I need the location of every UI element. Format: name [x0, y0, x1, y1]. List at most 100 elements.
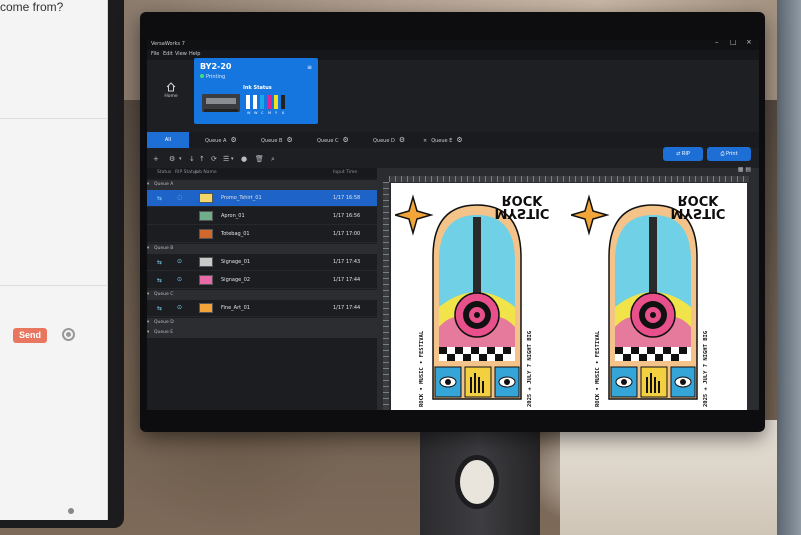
hamburger-menu-icon[interactable]: ≡: [307, 64, 312, 71]
table-row[interactable]: ⇆ ⊙ Signage_02 1/17 17:44: [147, 272, 377, 289]
home-icon: [166, 82, 176, 92]
rotate-icon[interactable]: ⟳: [211, 155, 217, 163]
queue-group-header[interactable]: Queue D ▾: [147, 318, 377, 328]
record-icon[interactable]: ●: [241, 155, 247, 163]
ink-bar: [246, 95, 250, 109]
printer-name: BY2-20: [200, 62, 232, 71]
table-row[interactable]: ⇆ ⊙ Signage_01 1/17 17:43: [147, 254, 377, 271]
title-bar: VersaWorks 7 – □ ×: [147, 40, 759, 50]
chevron-down-icon[interactable]: ▾: [179, 156, 182, 162]
ink-bar: [281, 95, 285, 109]
col-status[interactable]: Status: [157, 170, 171, 175]
artwork-title: MYSTIC ROCK: [655, 192, 741, 220]
job-name: Signage_02: [221, 277, 251, 283]
laptop-screen: come from? Send: [0, 0, 108, 520]
gear-icon[interactable]: ⚙: [399, 136, 405, 144]
rip-status-icon: ◌: [177, 194, 183, 201]
gear-icon[interactable]: ⚙: [456, 136, 462, 144]
table-row[interactable]: Apron_01 1/17 16:56: [147, 208, 377, 225]
artwork-2[interactable]: MYSTIC ROCK ROCK • MUSIC • FESTIVAL 2025 …: [568, 187, 741, 409]
add-icon[interactable]: +: [153, 155, 159, 163]
job-name: Fine_Art_01: [221, 305, 250, 311]
minimize-icon[interactable]: –: [715, 40, 719, 46]
settings-icon[interactable]: ⚙: [169, 155, 175, 163]
maximize-icon[interactable]: □: [730, 40, 737, 46]
artwork-side-text: 2025 + JULY 7 NIGHT BIG: [703, 330, 709, 407]
chevron-down-icon[interactable]: ▾: [147, 182, 149, 187]
gear-icon[interactable]: ⚙: [286, 136, 292, 144]
home-button[interactable]: Home: [159, 82, 183, 108]
queue-tabs: All Queue A ⚙ Queue B ⚙ Queue C ⚙ Queue D ⚙ …: [147, 132, 759, 148]
job-input-time: 1/17 16:56: [333, 213, 361, 219]
gear-icon[interactable]: ⚙: [230, 136, 236, 144]
rip-button[interactable]: ⇄ RIP: [663, 147, 703, 161]
menu-help[interactable]: Help: [189, 51, 200, 57]
queue-group-header[interactable]: Queue B ▾: [147, 244, 377, 254]
printer-image: [202, 94, 240, 112]
printer-status: Printing: [200, 74, 225, 80]
printer-card[interactable]: BY2-20 Printing ≡ Ink Status WWCMYK: [194, 58, 318, 124]
chevron-down-icon[interactable]: ▾: [147, 320, 149, 325]
print-button[interactable]: ⎙ Print: [707, 147, 751, 161]
job-name: Promo_Tshirt_01: [221, 195, 262, 201]
col-input-time[interactable]: Input Time: [333, 170, 357, 175]
ink-bar: [253, 95, 257, 109]
table-row[interactable]: ⇆ ◌ Promo_Tshirt_01 1/17 16:58: [147, 190, 377, 207]
download-icon[interactable]: ↓: [189, 155, 195, 163]
queue-group-label: Queue E: [154, 330, 174, 335]
col-job-name[interactable]: Job Name: [195, 170, 217, 175]
tab-all[interactable]: All: [147, 132, 189, 148]
artwork-title-line: MYSTIC: [670, 205, 726, 220]
job-thumbnail: [199, 193, 213, 203]
table-row[interactable]: Totebag_01 1/17 17:00: [147, 226, 377, 243]
chevron-down-icon[interactable]: ▾: [231, 156, 234, 162]
trash-icon[interactable]: 🗑: [255, 155, 264, 163]
vertical-ruler: [383, 182, 389, 410]
menu-edit[interactable]: Edit: [163, 51, 173, 57]
tab-queue-b[interactable]: Queue B ⚙: [257, 132, 293, 148]
job-name: Apron_01: [221, 213, 245, 219]
ink-bar: [274, 95, 278, 109]
job-thumbnail: [199, 275, 213, 285]
job-thumbnail: [199, 211, 213, 221]
job-thumbnail: [199, 303, 213, 313]
artwork-side-text: ROCK • MUSIC • FESTIVAL: [419, 330, 425, 407]
artwork-title-line: ROCK: [677, 192, 719, 207]
search-icon[interactable]: ⌕: [271, 155, 275, 164]
job-name: Signage_01: [221, 259, 251, 265]
status-icon: ⇆: [157, 259, 163, 266]
ink-label: Y: [275, 111, 278, 115]
menu-view[interactable]: View: [175, 51, 187, 57]
job-input-time: 1/17 17:43: [333, 259, 361, 265]
gear-icon[interactable]: ⚙: [343, 136, 349, 144]
ink-label: M: [268, 111, 272, 115]
tab-queue-d[interactable]: Queue D ⚙: [369, 132, 405, 148]
tab-queue-c[interactable]: Queue C ⚙: [313, 132, 349, 148]
upload-icon[interactable]: ↑: [199, 155, 205, 163]
preview-panel: ▦ ▤ MYSTIC ROCK ROCK • MUSIC • FESTIVAL …: [381, 166, 759, 410]
close-icon[interactable]: ×: [746, 40, 752, 46]
table-row[interactable]: ⇆ ⊙ Fine_Art_01 1/17 17:44: [147, 300, 377, 317]
layout-icon[interactable]: ☰: [223, 155, 229, 163]
chevron-down-icon[interactable]: ▾: [147, 246, 149, 251]
artwork-1[interactable]: MYSTIC ROCK ROCK • MUSIC • FESTIVAL 2025 …: [392, 187, 565, 409]
menu-file[interactable]: File: [151, 51, 159, 57]
artwork-side-text: 2025 + JULY 7 NIGHT BIG: [527, 330, 533, 407]
chevron-down-icon[interactable]: ▾: [147, 292, 149, 297]
ink-label: C: [261, 111, 264, 115]
ink-label: W: [247, 111, 251, 115]
queue-group-header[interactable]: Queue A ▾: [147, 180, 377, 190]
queue-group-header[interactable]: Queue C ▾: [147, 290, 377, 300]
tab-label: Queue B: [261, 138, 283, 144]
close-tab-icon[interactable]: ×: [423, 138, 427, 144]
chevron-down-icon[interactable]: ▾: [147, 330, 149, 335]
job-thumbnail: [199, 229, 213, 239]
tab-label: Queue D: [373, 138, 395, 144]
tab-queue-a[interactable]: Queue A ⚙: [201, 132, 237, 148]
laptop-target-icon[interactable]: [62, 328, 75, 341]
view-toggle-icons[interactable]: ▦ ▤: [738, 166, 751, 173]
rip-status-icon: ⊙: [177, 276, 183, 283]
queue-group-header[interactable]: Queue E ▾: [147, 328, 377, 338]
laptop-send-button[interactable]: Send: [13, 328, 47, 343]
tab-queue-e[interactable]: × Queue E ⚙: [419, 132, 463, 148]
